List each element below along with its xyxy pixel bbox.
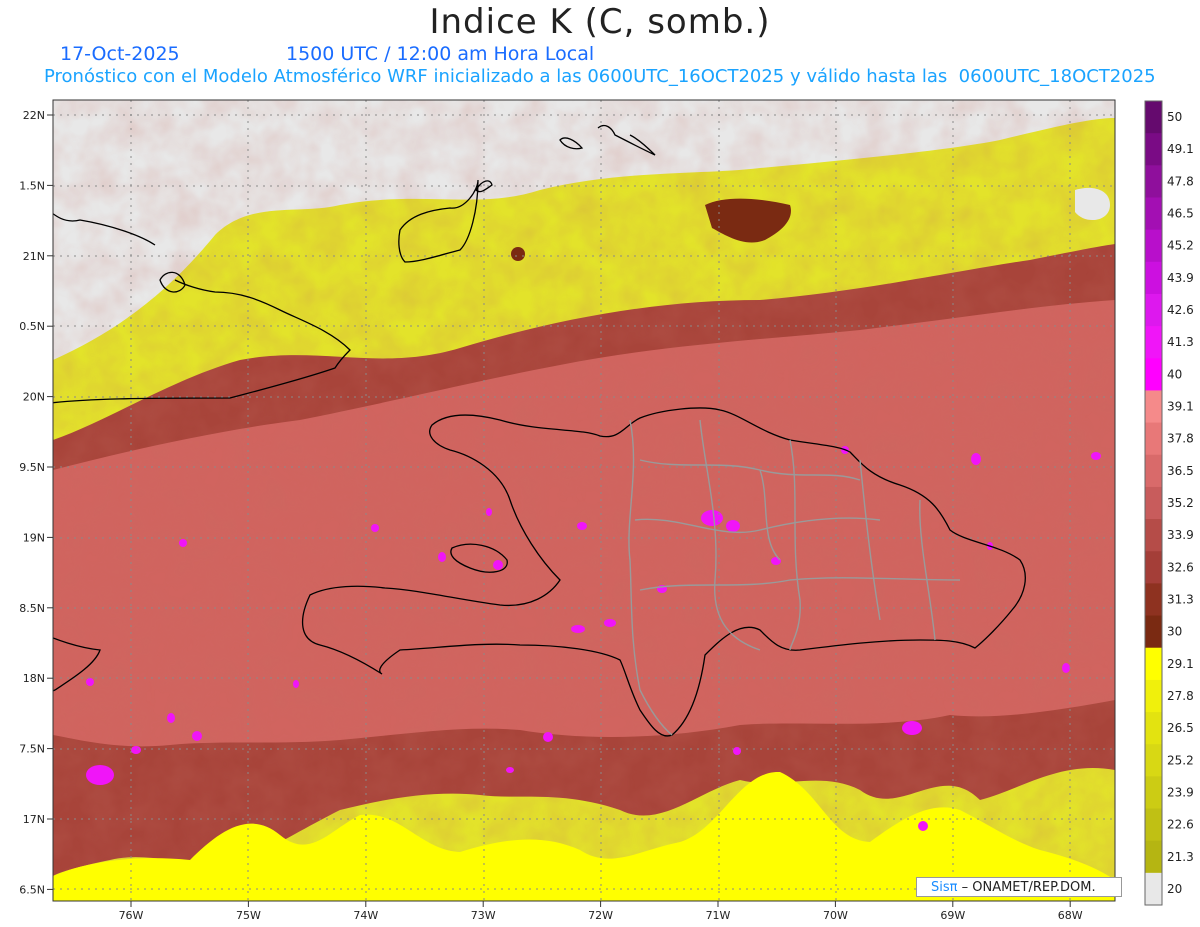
- colorbar-swatch: [1145, 101, 1162, 134]
- lon-label: 72W: [588, 909, 613, 922]
- colorbar-label: 42.6: [1167, 303, 1194, 317]
- colorbar-swatch: [1145, 358, 1162, 391]
- colorbar-swatch: [1145, 712, 1162, 745]
- colorbar-swatch: [1145, 197, 1162, 231]
- colorbar-swatch: [1145, 229, 1162, 263]
- lat-label: 6.5N: [19, 883, 45, 896]
- colorbar-label: 40: [1167, 367, 1182, 381]
- lon-tick-labels: 76W 75W 74W 73W 72W 71W 70W 69W 68W: [119, 901, 1083, 922]
- credit-brand: Sisπ: [931, 880, 958, 895]
- colorbar-label: 21.3: [1167, 850, 1194, 864]
- colorbar-swatch: [1145, 454, 1162, 488]
- colorbar-label: 47.8: [1167, 174, 1194, 188]
- lon-label: 75W: [236, 909, 261, 922]
- colorbar-label: 32.6: [1167, 560, 1194, 574]
- colorbar-swatch: [1145, 872, 1162, 906]
- colorbar-swatch: [1145, 583, 1162, 617]
- lat-label: 19N: [23, 531, 45, 544]
- colorbar-label: 23.9: [1167, 785, 1194, 799]
- colorbar-label: 45.2: [1167, 239, 1194, 253]
- colorbar-swatch: [1145, 422, 1162, 456]
- colorbar-label: 49.1: [1167, 142, 1194, 156]
- lat-label: 0.5N: [19, 320, 45, 333]
- colorbar-label: 50: [1167, 110, 1182, 124]
- lon-label: 71W: [706, 909, 731, 922]
- colorbar-label: 43.9: [1167, 271, 1194, 285]
- colorbar-label: 35.2: [1167, 496, 1194, 510]
- colorbar-label: 37.8: [1167, 432, 1194, 446]
- map-canvas: 22N 1.5N 21N 0.5N 20N 9.5N 19N 8.5N 18N 7.5N 17N 6.…: [19, 99, 1194, 922]
- colorbar-swatch: [1145, 519, 1162, 552]
- lat-label: 1.5N: [19, 179, 45, 192]
- colorbar-label: 27.8: [1167, 689, 1194, 703]
- colorbar-label: 22.6: [1167, 818, 1194, 832]
- colorbar-swatch: [1145, 840, 1162, 874]
- colorbar-swatch: [1145, 744, 1162, 777]
- colorbar-label: 31.3: [1167, 592, 1194, 606]
- lon-label: 68W: [1058, 909, 1083, 922]
- lat-label: 22N: [23, 109, 45, 122]
- colorbar-swatch: [1145, 133, 1162, 166]
- colorbar-swatch: [1145, 326, 1162, 359]
- colorbar-label: 33.9: [1167, 528, 1194, 542]
- colorbar-label: 36.5: [1167, 464, 1194, 478]
- colorbar: 50 49.1 47.8 46.5 45.2 43.9 42.6 41.3 40 39.1 37.8…: [1144, 100, 1194, 906]
- credit-text: – ONAMET/REP.DOM.: [961, 880, 1096, 895]
- colorbar-swatch: [1145, 293, 1162, 327]
- colorbar-swatch: [1145, 647, 1162, 681]
- lat-label: 17N: [23, 813, 45, 826]
- colorbar-swatch: [1145, 486, 1162, 520]
- colorbar-swatch: [1145, 551, 1162, 584]
- colorbar-label: 39.1: [1167, 400, 1194, 414]
- credit-box: Sisπ – ONAMET/REP.DOM.: [916, 877, 1122, 897]
- lon-label: 69W: [940, 909, 965, 922]
- lon-label: 70W: [823, 909, 848, 922]
- lat-label: 21N: [23, 250, 45, 263]
- lat-label: 9.5N: [19, 461, 45, 474]
- colorbar-label: 29.1: [1167, 657, 1194, 671]
- colorbar-swatch: [1145, 261, 1162, 295]
- colorbar-label: 25.2: [1167, 753, 1194, 767]
- lon-label: 73W: [471, 909, 496, 922]
- lat-label: 20N: [23, 391, 45, 404]
- colorbar-swatch: [1145, 390, 1162, 424]
- lat-label: 18N: [23, 672, 45, 685]
- colorbar-label: 26.5: [1167, 721, 1194, 735]
- lat-label: 8.5N: [19, 602, 45, 615]
- colorbar-label: 41.3: [1167, 335, 1194, 349]
- colorbar-swatch: [1145, 776, 1162, 810]
- colorbar-swatch: [1145, 165, 1162, 198]
- colorbar-label: 46.5: [1167, 207, 1194, 221]
- colorbar-label: 30: [1167, 625, 1182, 639]
- field-layer: [53, 100, 1115, 901]
- colorbar-swatch: [1145, 808, 1162, 842]
- colorbar-swatch: [1145, 615, 1162, 649]
- colorbar-label: 20: [1167, 882, 1182, 896]
- lat-tick-labels: 22N 1.5N 21N 0.5N 20N 9.5N 19N 8.5N 18N 7.5N 17N 6.…: [19, 109, 53, 896]
- lon-label: 76W: [119, 909, 144, 922]
- colorbar-swatch: [1145, 679, 1162, 713]
- lon-label: 74W: [353, 909, 378, 922]
- lat-label: 7.5N: [19, 743, 45, 756]
